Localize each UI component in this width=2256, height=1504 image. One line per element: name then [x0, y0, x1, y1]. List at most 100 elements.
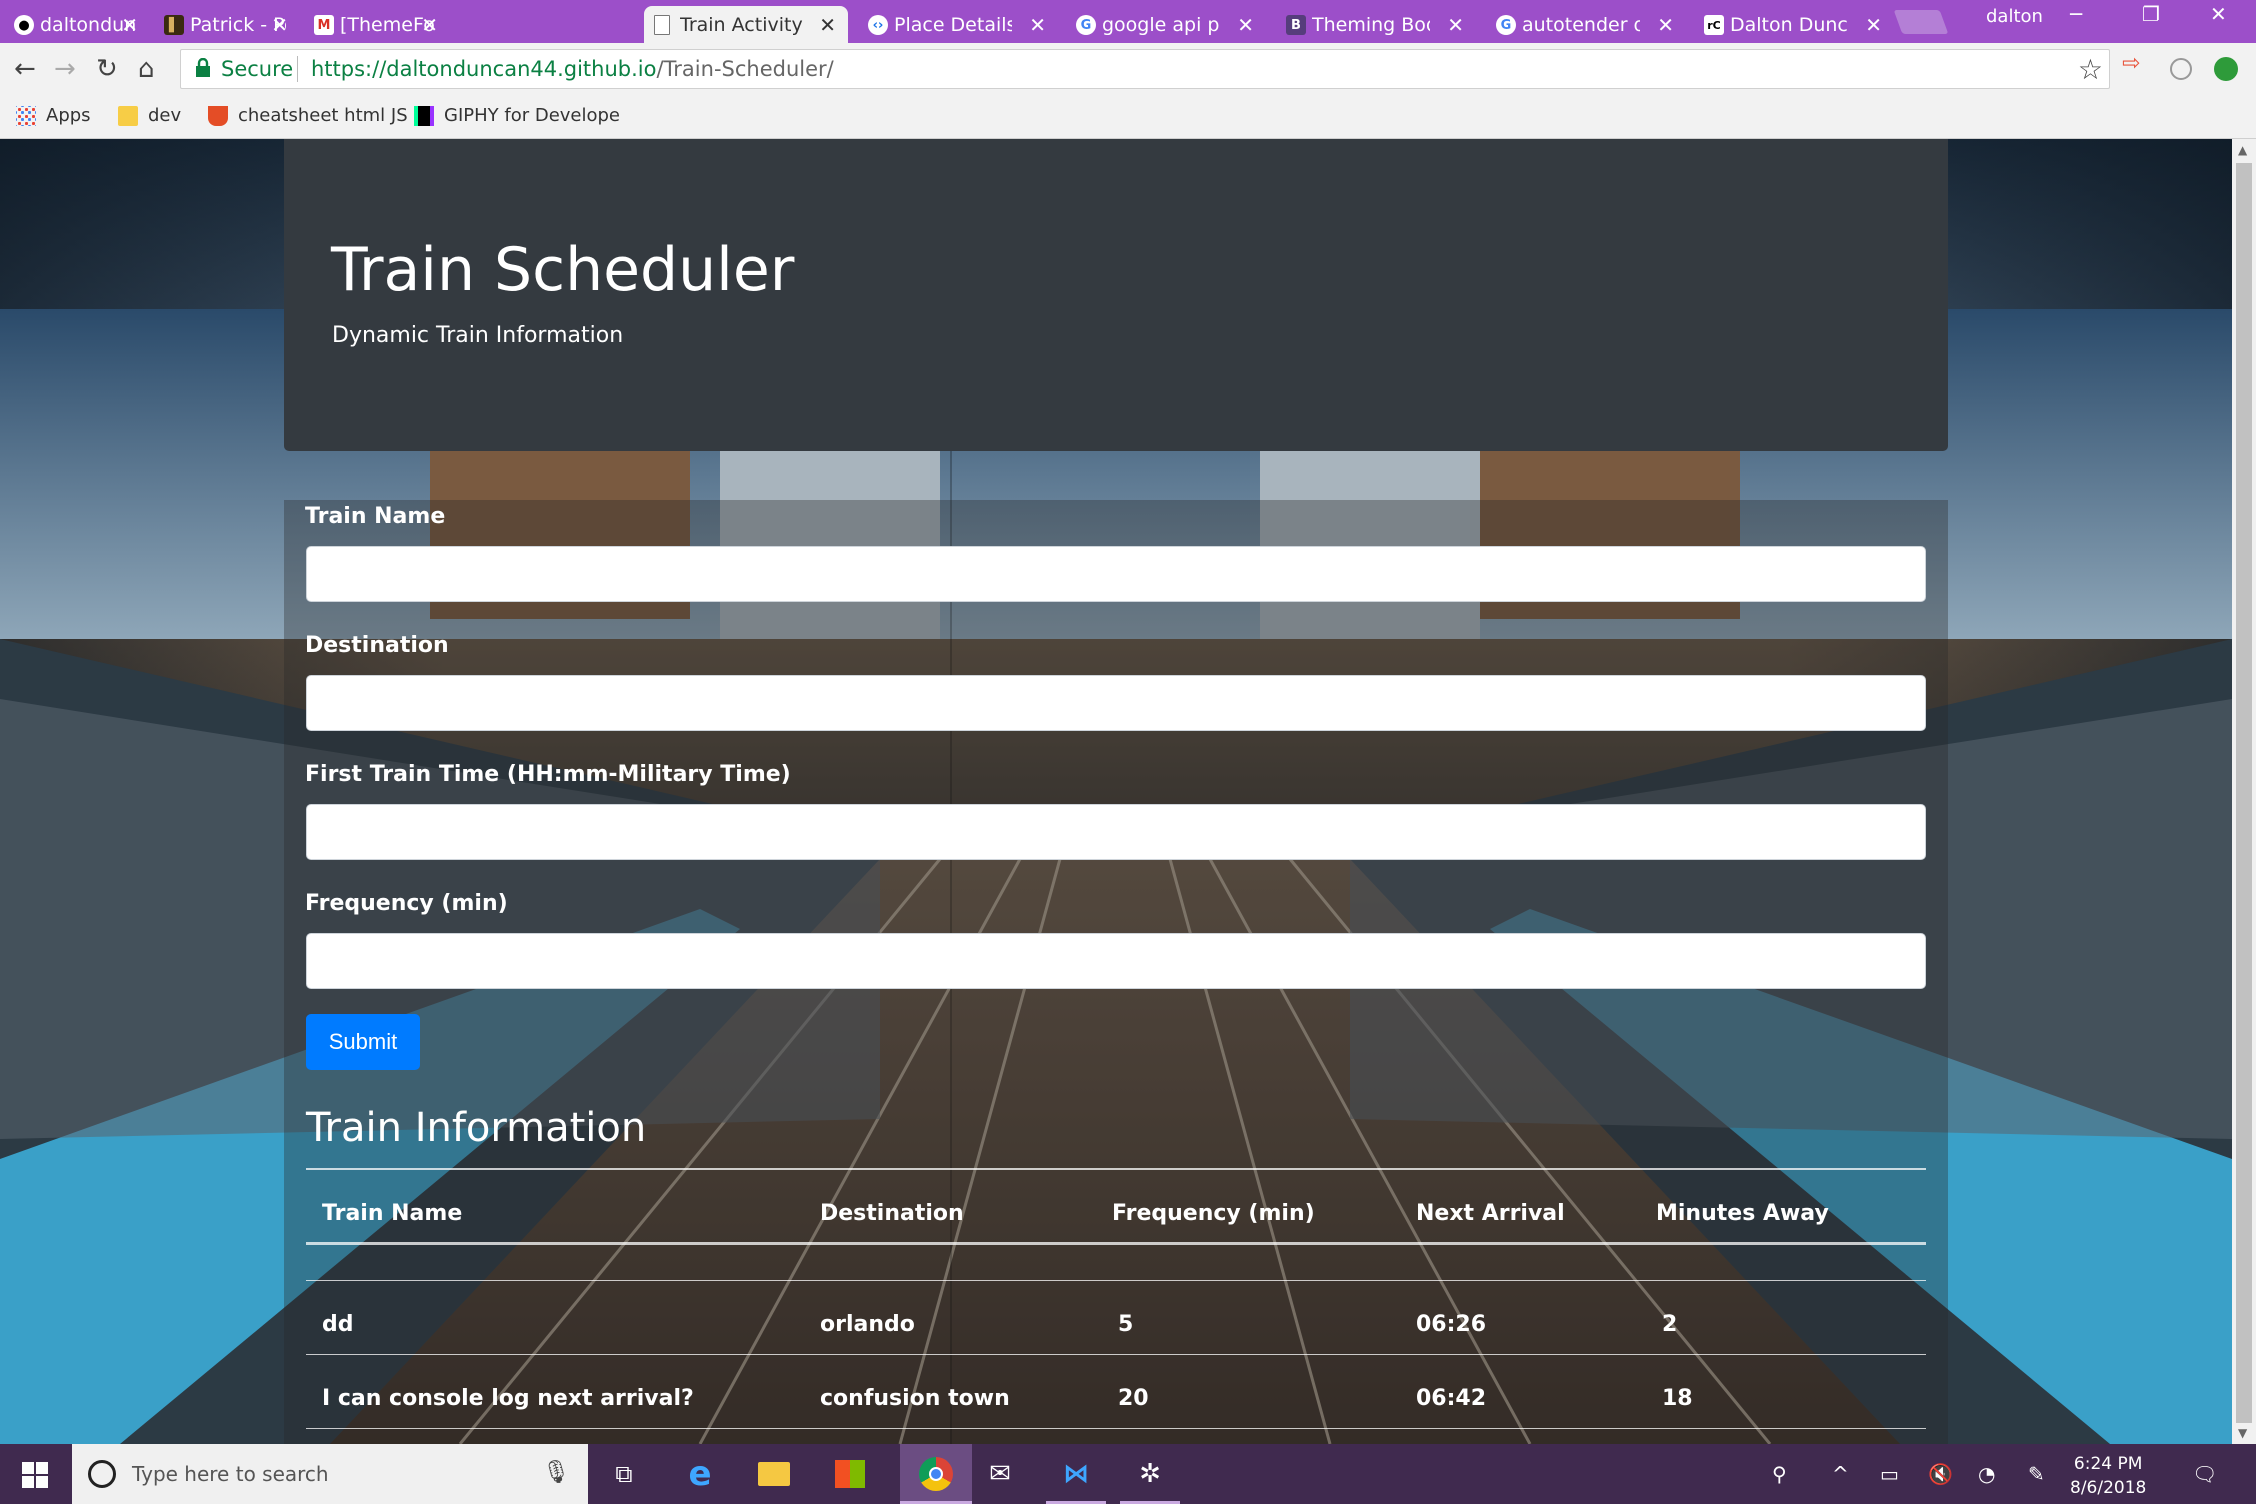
- close-icon[interactable]: ✕: [1657, 13, 1674, 37]
- tab-google-api[interactable]: G google api phc ✕: [1066, 6, 1266, 43]
- close-icon[interactable]: ✕: [1029, 13, 1046, 37]
- wifi-icon[interactable]: ◔: [1978, 1462, 1995, 1486]
- url-text[interactable]: https://daltonduncan44.github.io/Train-S…: [311, 57, 834, 81]
- tray-chevron-icon[interactable]: ^: [1832, 1462, 1849, 1486]
- reload-icon[interactable]: ↻: [96, 54, 118, 84]
- close-icon[interactable]: ✕: [421, 13, 438, 37]
- extension-update-icon[interactable]: [2214, 57, 2238, 81]
- close-icon[interactable]: ✕: [271, 13, 288, 37]
- windows-start-icon[interactable]: [22, 1462, 48, 1488]
- volume-muted-icon[interactable]: 🔇: [1928, 1462, 1953, 1486]
- destination-input[interactable]: [306, 675, 1926, 731]
- tab-label: Train Activity: [680, 13, 803, 36]
- url-path: /Train-Scheduler/: [656, 57, 834, 81]
- close-icon[interactable]: ✕: [121, 13, 138, 37]
- table-top-border: [306, 1168, 1926, 1170]
- tab-label: google api phc: [1102, 13, 1220, 36]
- mail-icon[interactable]: ✉: [980, 1454, 1020, 1494]
- bookmark-dev[interactable]: dev: [118, 105, 181, 126]
- extension-circle-icon[interactable]: [2170, 58, 2192, 80]
- patrick-favicon: ▌: [164, 15, 184, 35]
- tab-train-activity[interactable]: Train Activity ✕: [644, 6, 848, 43]
- battery-icon[interactable]: ▭: [1880, 1462, 1899, 1486]
- cell-minutes-away: 2: [1662, 1312, 1678, 1337]
- back-icon[interactable]: ←: [14, 54, 36, 84]
- close-icon[interactable]: ✕: [1865, 13, 1882, 37]
- vertical-scrollbar[interactable]: ▲ ▼: [2232, 139, 2256, 1444]
- google-icon: G: [1076, 15, 1096, 35]
- address-bar[interactable]: Secure https://daltonduncan44.github.io/…: [180, 49, 2110, 89]
- browser-toolbar: ← → ↻ ⌂ Secure https://daltonduncan44.gi…: [0, 43, 2256, 97]
- taskbar-search-box[interactable]: Type here to search 🎙: [72, 1444, 588, 1504]
- file-explorer-icon[interactable]: [754, 1454, 794, 1494]
- windows-taskbar: Type here to search 🎙 ⧉ e ✉ ⋈ ✲ ⚲ ^ ▭ 🔇 …: [0, 1444, 2256, 1504]
- header-jumbotron: Train Scheduler Dynamic Train Informatio…: [284, 139, 1948, 451]
- chrome-logo: [919, 1457, 953, 1491]
- store-bag-shape: [835, 1460, 865, 1488]
- forward-icon[interactable]: →: [54, 54, 76, 84]
- first-train-time-input[interactable]: [306, 804, 1926, 860]
- close-window-icon[interactable]: ✕: [2210, 2, 2227, 26]
- bookmark-cheatsheet[interactable]: cheatsheet html JS: [208, 105, 408, 126]
- giphy-icon: [414, 105, 434, 126]
- header-train-name: Train Name: [322, 1201, 463, 1226]
- frequency-input[interactable]: [306, 933, 1926, 989]
- secure-label: Secure: [221, 57, 294, 81]
- edge-browser-icon[interactable]: e: [680, 1454, 720, 1494]
- pen-icon[interactable]: ✎: [2028, 1462, 2045, 1486]
- notifications-icon[interactable]: 🗨: [2192, 1462, 2217, 1486]
- bookmark-apps[interactable]: Apps: [16, 105, 91, 126]
- header-destination: Destination: [820, 1201, 964, 1226]
- store-icon[interactable]: [830, 1454, 870, 1494]
- tab-dalton-duncan[interactable]: rC Dalton Duncan ✕: [1694, 6, 1894, 43]
- close-icon[interactable]: ✕: [1447, 13, 1464, 37]
- scroll-up-icon[interactable]: ▲: [2238, 143, 2247, 157]
- taskbar-clock[interactable]: 6:24 PM 8/6/2018: [2070, 1452, 2146, 1500]
- task-view-icon[interactable]: ⧉: [604, 1454, 644, 1494]
- extension-share-icon[interactable]: ⇨: [2122, 51, 2148, 77]
- html5-icon: [208, 105, 228, 126]
- restore-icon[interactable]: ❐: [2142, 2, 2160, 26]
- cell-frequency: 5: [1118, 1312, 1134, 1337]
- tab-themeforest[interactable]: M [ThemeForest] ✕: [304, 6, 450, 43]
- page-icon: [654, 15, 670, 35]
- home-icon[interactable]: ⌂: [138, 54, 155, 84]
- cell-next-arrival: 06:42: [1416, 1386, 1487, 1411]
- tab-place-details[interactable]: ‹› Place Details | ✕: [858, 6, 1058, 43]
- url-host: https://daltonduncan44.github.io: [311, 57, 657, 81]
- people-icon[interactable]: ⚲: [1772, 1462, 1787, 1486]
- tab-theming-bootstrap[interactable]: B Theming Boots ✕: [1276, 6, 1476, 43]
- cell-minutes-away: 18: [1662, 1386, 1693, 1411]
- close-icon[interactable]: ✕: [819, 13, 836, 37]
- header-next-arrival: Next Arrival: [1416, 1201, 1565, 1226]
- rc-icon: rC: [1704, 15, 1724, 35]
- tab-autotender[interactable]: G autotender orl ✕: [1486, 6, 1686, 43]
- page-subtitle: Dynamic Train Information: [332, 323, 624, 348]
- cell-next-arrival: 06:26: [1416, 1312, 1487, 1337]
- lock-icon: [196, 58, 210, 77]
- scroll-down-icon[interactable]: ▼: [2238, 1426, 2247, 1440]
- train-name-input[interactable]: [306, 546, 1926, 602]
- slack-icon[interactable]: ✲: [1130, 1454, 1170, 1494]
- folder-icon: [118, 105, 138, 126]
- cell-train-name: dd: [322, 1312, 354, 1337]
- close-icon[interactable]: ✕: [1237, 13, 1254, 37]
- microphone-icon[interactable]: 🎙: [542, 1460, 570, 1485]
- scrollbar-thumb[interactable]: [2236, 163, 2252, 1423]
- tab-github[interactable]: ● daltonduncan4 ✕: [4, 6, 150, 43]
- tab-patrick[interactable]: ▌ Patrick - Persor ✕: [154, 6, 300, 43]
- bookmark-giphy[interactable]: GIPHY for Develope: [414, 105, 620, 126]
- cell-destination: orlando: [820, 1312, 915, 1337]
- minimize-icon[interactable]: ─: [2070, 2, 2082, 26]
- vscode-icon[interactable]: ⋈: [1056, 1454, 1096, 1494]
- submit-button[interactable]: Submit: [306, 1014, 420, 1070]
- new-tab-button[interactable]: [1893, 10, 1949, 34]
- bookmark-star-icon[interactable]: ☆: [2078, 53, 2103, 86]
- google-dev-icon: ‹›: [868, 15, 888, 35]
- google-icon: G: [1496, 15, 1516, 35]
- chrome-icon[interactable]: [900, 1444, 972, 1504]
- bookmark-label: Apps: [46, 105, 91, 126]
- profile-name[interactable]: dalton: [1986, 6, 2043, 27]
- page-viewport: Train Scheduler Dynamic Train Informatio…: [0, 139, 2232, 1444]
- cortana-icon: [88, 1460, 116, 1488]
